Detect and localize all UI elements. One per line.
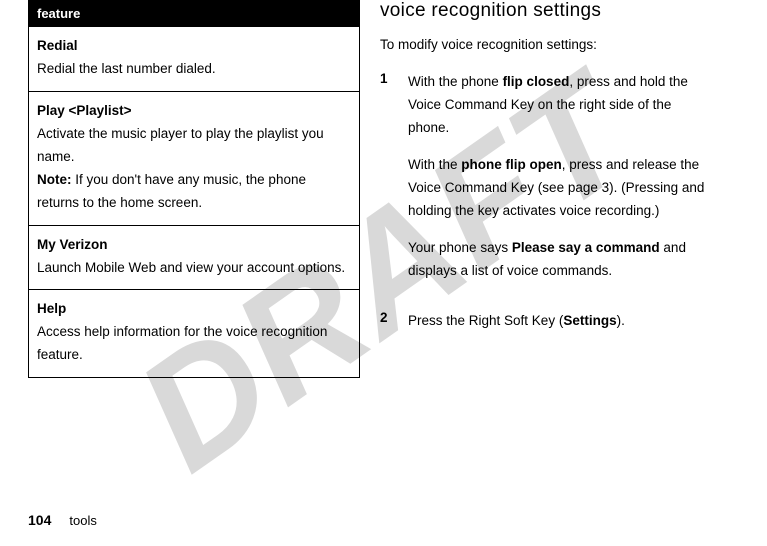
feature-desc: Access help information for the voice re…	[37, 321, 351, 367]
table-row: Help Access help information for the voi…	[29, 289, 359, 377]
step-paragraph: With the phone flip closed, press and ho…	[408, 71, 710, 140]
feature-desc: Launch Mobile Web and view your account …	[37, 257, 351, 280]
right-column: voice recognition settings To modify voi…	[370, 0, 740, 546]
text-run: Your phone says	[408, 240, 512, 255]
note-text: If you don't have any music, the phone r…	[37, 172, 306, 210]
text-run: With the phone	[408, 74, 503, 89]
table-row: My Verizon Launch Mobile Web and view yo…	[29, 225, 359, 290]
table-row: Play <Playlist> Activate the music playe…	[29, 91, 359, 225]
feature-title: My Verizon	[37, 234, 351, 257]
table-row: Redial Redial the last number dialed.	[29, 26, 359, 91]
step-content: With the phone flip closed, press and ho…	[408, 71, 710, 297]
left-column: feature Redial Redial the last number di…	[0, 0, 370, 546]
table-header: feature	[29, 1, 359, 26]
ui-label: Settings	[563, 313, 616, 328]
text-run: Press the Right Soft Key (	[408, 313, 563, 328]
list-item: 1 With the phone flip closed, press and …	[380, 71, 710, 297]
text-run: With the	[408, 157, 461, 172]
note-label: Note:	[37, 172, 72, 187]
feature-title: Help	[37, 298, 351, 321]
step-paragraph: Press the Right Soft Key (Settings).	[408, 310, 625, 333]
feature-title: Play <Playlist>	[37, 100, 351, 123]
step-paragraph: Your phone says Please say a command and…	[408, 237, 710, 283]
feature-desc: Activate the music player to play the pl…	[37, 123, 351, 169]
section-heading: voice recognition settings	[380, 0, 710, 22]
feature-table: feature Redial Redial the last number di…	[28, 0, 360, 378]
intro-text: To modify voice recognition settings:	[380, 34, 710, 57]
feature-note: Note: If you don't have any music, the p…	[37, 169, 351, 215]
ui-label: Please say a command	[512, 240, 660, 255]
step-number: 2	[380, 310, 408, 333]
step-content: Press the Right Soft Key (Settings).	[408, 310, 625, 333]
step-paragraph: With the phone flip open, press and rele…	[408, 154, 710, 223]
page-content: feature Redial Redial the last number di…	[0, 0, 767, 546]
feature-title: Redial	[37, 35, 351, 58]
feature-desc: Redial the last number dialed.	[37, 58, 351, 81]
bold-text: phone flip open	[461, 157, 562, 172]
step-list: 1 With the phone flip closed, press and …	[380, 71, 710, 333]
text-run: ).	[617, 313, 625, 328]
bold-text: flip closed	[503, 74, 570, 89]
list-item: 2 Press the Right Soft Key (Settings).	[380, 310, 710, 333]
step-number: 1	[380, 71, 408, 297]
